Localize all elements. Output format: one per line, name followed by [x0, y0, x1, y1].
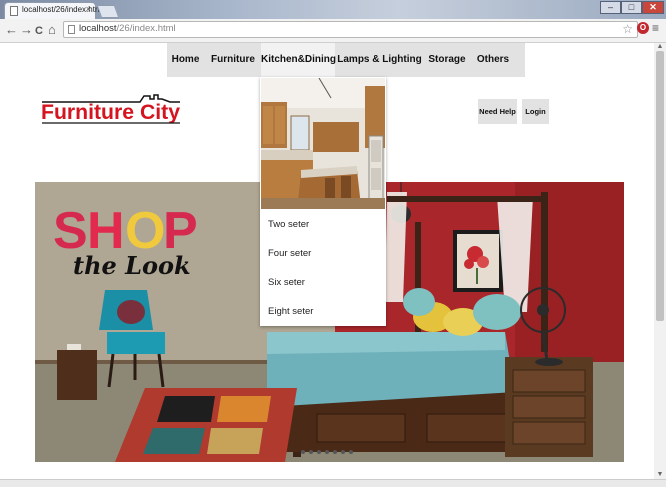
page-icon — [68, 25, 75, 34]
nav-lamps-lighting[interactable]: Lamps & Lighting — [337, 43, 422, 77]
main-nav: Home Furniture Kitchen&Dining Lamps & Li… — [167, 43, 525, 77]
browser-toolbar: ← → C ⌂ localhost/26/index.html ☆ — [0, 19, 666, 43]
close-window-button[interactable]: ✕ — [642, 1, 664, 14]
forward-arrow-icon[interactable]: → — [20, 22, 33, 38]
home-icon[interactable]: ⌂ — [48, 22, 56, 38]
browser-titlebar: localhost/26/index.html × – □ ✕ — [0, 0, 666, 19]
browser-tab[interactable]: localhost/26/index.html × — [4, 2, 103, 19]
nav-furniture[interactable]: Furniture — [206, 43, 260, 77]
browser-menu-icon[interactable]: ≡ — [652, 21, 659, 35]
extension-icon[interactable]: O — [637, 22, 649, 34]
tab-title: localhost/26/index.html — [22, 5, 104, 14]
scroll-down-arrow-icon[interactable]: ▼ — [654, 471, 666, 479]
logo-text: Furniture City — [41, 101, 180, 124]
maximize-button[interactable]: □ — [621, 1, 642, 14]
scroll-up-arrow-icon[interactable]: ▲ — [654, 43, 666, 51]
dropdown-item-two-seter[interactable]: Two seter — [268, 219, 309, 230]
nav-storage[interactable]: Storage — [424, 43, 470, 77]
nav-others[interactable]: Others — [471, 43, 515, 77]
vertical-scrollbar[interactable]: ▲ ▼ — [654, 43, 666, 479]
minimize-button[interactable]: – — [600, 1, 621, 14]
site-logo[interactable]: Furniture City — [40, 92, 182, 128]
nav-home[interactable]: Home — [167, 43, 204, 77]
reload-icon[interactable]: C — [35, 23, 43, 39]
new-tab-button[interactable] — [96, 5, 120, 18]
url-text: localhost/26/index.html — [79, 23, 176, 34]
login-button[interactable]: Login — [522, 99, 549, 124]
dropdown-item-four-seter[interactable]: Four seter — [268, 248, 311, 259]
scrollbar-thumb[interactable] — [656, 51, 664, 321]
dropdown-item-eight-seter[interactable]: Eight seter — [268, 306, 313, 317]
kitchen-dining-dropdown: Two seter Four seter Six seter Eight set… — [260, 77, 386, 326]
back-arrow-icon[interactable]: ← — [5, 22, 18, 38]
page-icon — [10, 6, 18, 16]
address-bar[interactable]: localhost/26/index.html ☆ — [63, 21, 638, 38]
nav-kitchen-dining[interactable]: Kitchen&Dining — [261, 43, 336, 77]
need-help-button[interactable]: Need Help — [478, 99, 517, 124]
hero-tagline: the Look — [73, 251, 191, 280]
kitchen-preview-image — [261, 77, 385, 209]
dropdown-item-six-seter[interactable]: Six seter — [268, 277, 305, 288]
close-tab-icon[interactable]: × — [86, 4, 91, 14]
bookmark-star-icon[interactable]: ☆ — [622, 22, 633, 36]
